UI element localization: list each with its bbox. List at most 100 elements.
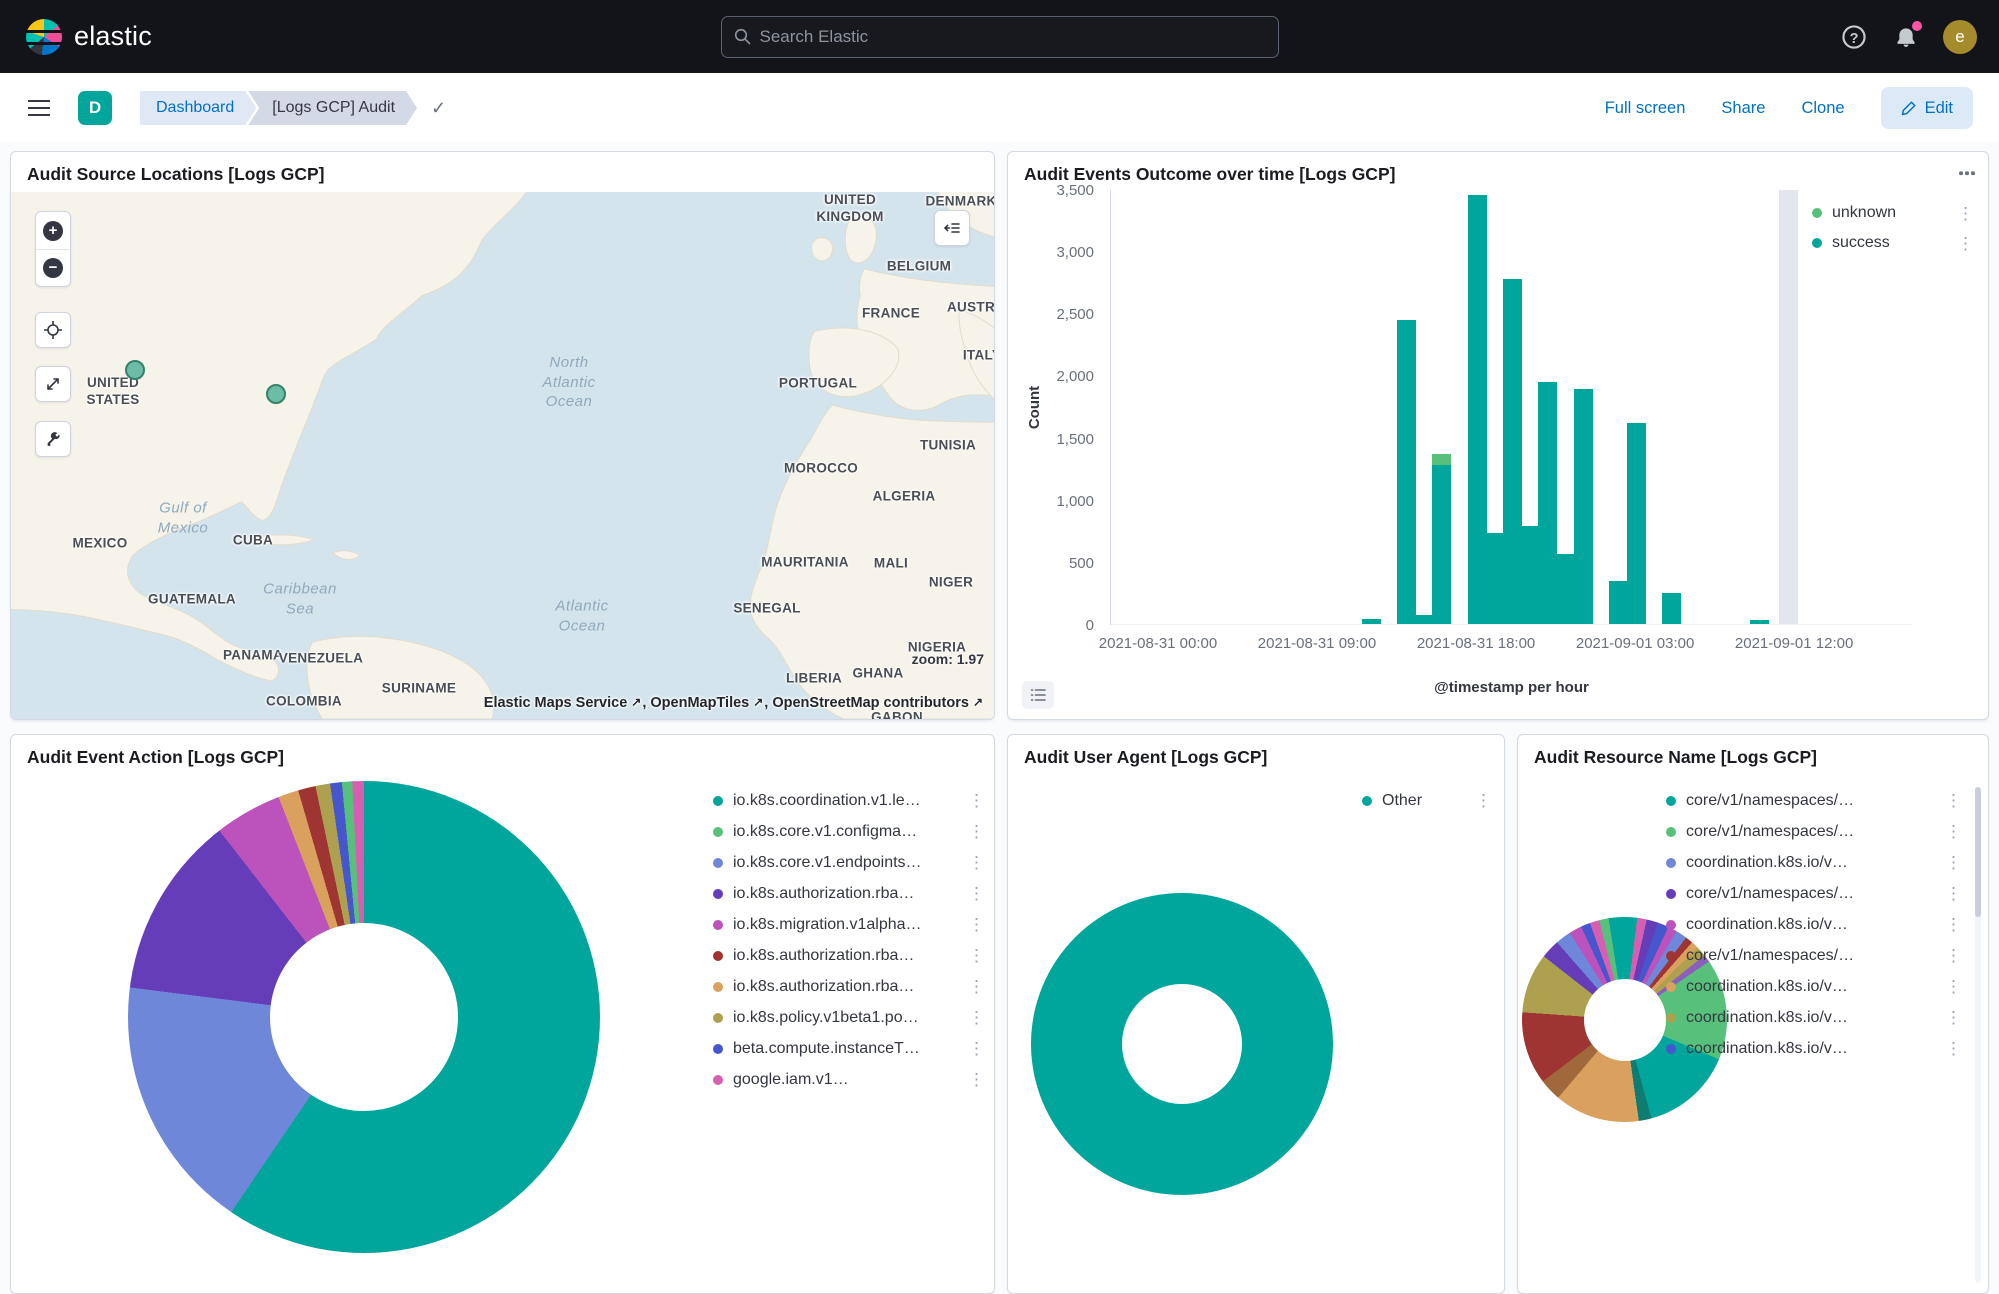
home-link[interactable]: elastic [26,19,152,55]
legend-item[interactable]: core/v1/namespaces/…⋮ [1666,785,1964,816]
bar-success[interactable] [1432,465,1451,624]
legend-item[interactable]: coordination.k8s.io/v…⋮ [1666,1002,1964,1033]
attribution-link[interactable]: OpenMapTiles↗ [650,695,764,711]
legend-actions-icon[interactable]: ⋮ [1943,1009,1964,1026]
legend-item[interactable]: Other⋮ [1362,785,1494,816]
legend-actions-icon[interactable]: ⋮ [966,1040,987,1057]
legend-toggle-icon[interactable] [1022,681,1054,709]
notifications-icon[interactable] [1891,22,1921,52]
legend-item[interactable]: success⋮ [1812,228,1976,258]
legend-item[interactable]: io.k8s.migration.v1alpha…⋮ [713,909,987,940]
legend-actions-icon[interactable]: ⋮ [1943,1040,1964,1057]
panel-title[interactable]: Audit Events Outcome over time [Logs GCP… [1008,152,1988,191]
legend-item[interactable]: beta.compute.instanceT…⋮ [713,1033,987,1064]
edit-label: Edit [1925,99,1953,118]
legend-actions-icon[interactable]: ⋮ [1943,823,1964,840]
legend-item[interactable]: coordination.k8s.io/v…⋮ [1666,909,1964,940]
space-badge[interactable]: D [78,91,112,125]
legend-actions-icon[interactable]: ⋮ [966,916,987,933]
attribution-link[interactable]: Elastic Maps Service↗ [484,695,643,711]
toolbar-actions: Full screen Share Clone Edit [1605,87,1973,129]
legend-item[interactable]: core/v1/namespaces/…⋮ [1666,940,1964,971]
attribution-link[interactable]: OpenStreetMap contributors↗ [772,695,984,711]
legend-actions-icon[interactable]: ⋮ [1943,854,1964,871]
legend-item[interactable]: core/v1/namespaces/…⋮ [1666,816,1964,847]
legend-item[interactable]: io.k8s.core.v1.endpoints…⋮ [713,847,987,878]
legend-item[interactable]: io.k8s.policy.v1beta1.po…⋮ [713,1002,987,1033]
bar-success[interactable] [1574,389,1593,624]
bar-success[interactable] [1397,320,1416,625]
bar-success[interactable] [1662,593,1681,624]
panel-title[interactable]: Audit Event Action [Logs GCP] [11,735,994,774]
help-icon[interactable]: ? [1839,22,1869,52]
bar-success[interactable] [1503,279,1522,625]
panel-title[interactable]: Audit User Agent [Logs GCP] [1008,735,1504,774]
legend-actions-icon[interactable]: ⋮ [1955,235,1976,252]
legend-item[interactable]: coordination.k8s.io/v…⋮ [1666,847,1964,878]
legend-actions-icon[interactable]: ⋮ [1473,792,1494,809]
search-input[interactable] [760,27,1266,47]
legend-actions-icon[interactable]: ⋮ [1955,205,1976,222]
legend-item[interactable]: io.k8s.authorization.rba…⋮ [713,940,987,971]
share-button[interactable]: Share [1721,99,1765,118]
legend-actions-icon[interactable]: ⋮ [966,1071,987,1088]
legend-item[interactable]: unknown⋮ [1812,198,1976,228]
panel-title[interactable]: Audit Resource Name [Logs GCP] [1518,735,1988,774]
edit-button[interactable]: Edit [1881,87,1973,129]
legend-actions-icon[interactable]: ⋮ [966,823,987,840]
legend-item[interactable]: io.k8s.authorization.rba…⋮ [713,971,987,1002]
full-screen-button[interactable]: Full screen [1605,99,1686,118]
legend-actions-icon[interactable]: ⋮ [966,947,987,964]
legend-actions-icon[interactable]: ⋮ [966,885,987,902]
legend-item[interactable]: io.k8s.core.v1.configma…⋮ [713,816,987,847]
bar-success[interactable] [1538,382,1557,624]
legend-color-dot [1666,796,1676,806]
map-canvas[interactable]: UNITED KINGDOMDENMARKBELGIUMFRANCEAUSTRI… [11,192,994,719]
legend-color-dot [713,1013,723,1023]
clone-button[interactable]: Clone [1801,99,1844,118]
bar-success[interactable] [1609,581,1628,625]
zoom-out-button[interactable]: − [36,249,70,286]
legend-actions-icon[interactable]: ⋮ [966,978,987,995]
global-search-bar[interactable] [721,16,1279,58]
map-data-marker[interactable] [266,384,286,404]
bar-success[interactable] [1750,620,1769,624]
legend-actions-icon[interactable]: ⋮ [1943,916,1964,933]
event-action-donut[interactable] [128,781,600,1253]
user-avatar[interactable]: e [1943,20,1977,54]
bar-success[interactable] [1468,195,1487,624]
expand-icon[interactable] [35,366,71,402]
legend-actions-icon[interactable]: ⋮ [1943,947,1964,964]
set-view-crosshair-icon[interactable] [35,312,71,348]
menu-icon[interactable] [28,97,54,119]
legend-actions-icon[interactable]: ⋮ [966,1009,987,1026]
legend-collapse-icon[interactable] [934,210,970,246]
bar-success[interactable] [1556,554,1575,624]
panel-title[interactable]: Audit Source Locations [Logs GCP] [11,152,994,191]
legend-item[interactable]: core/v1/namespaces/…⋮ [1666,878,1964,909]
breadcrumb-dashboard[interactable]: Dashboard [140,91,256,125]
scrollbar-thumb[interactable] [1975,787,1981,917]
user-agent-donut[interactable] [1031,893,1333,1195]
legend-actions-icon[interactable]: ⋮ [1943,885,1964,902]
bar-success[interactable] [1627,423,1646,624]
legend-item[interactable]: google.iam.v1…⋮ [713,1064,987,1095]
bar-unknown[interactable] [1432,454,1451,465]
bar-success[interactable] [1362,619,1381,624]
legend-item[interactable]: coordination.k8s.io/v…⋮ [1666,971,1964,1002]
map-tools-icon[interactable] [35,421,71,457]
legend-actions-icon[interactable]: ⋮ [1943,792,1964,809]
panel-options-icon[interactable] [1958,164,1976,185]
map-data-marker[interactable] [125,360,145,380]
bar-success[interactable] [1521,526,1540,624]
legend-item[interactable]: io.k8s.coordination.v1.le…⋮ [713,785,987,816]
legend-item[interactable]: io.k8s.authorization.rba…⋮ [713,878,987,909]
bar-success[interactable] [1485,533,1504,624]
bar-success[interactable] [1415,615,1434,624]
legend-scrollbar[interactable] [1975,787,1981,1283]
legend-actions-icon[interactable]: ⋮ [966,854,987,871]
legend-actions-icon[interactable]: ⋮ [966,792,987,809]
zoom-in-button[interactable]: + [36,212,70,249]
legend-actions-icon[interactable]: ⋮ [1943,978,1964,995]
legend-item[interactable]: coordination.k8s.io/v…⋮ [1666,1033,1964,1064]
